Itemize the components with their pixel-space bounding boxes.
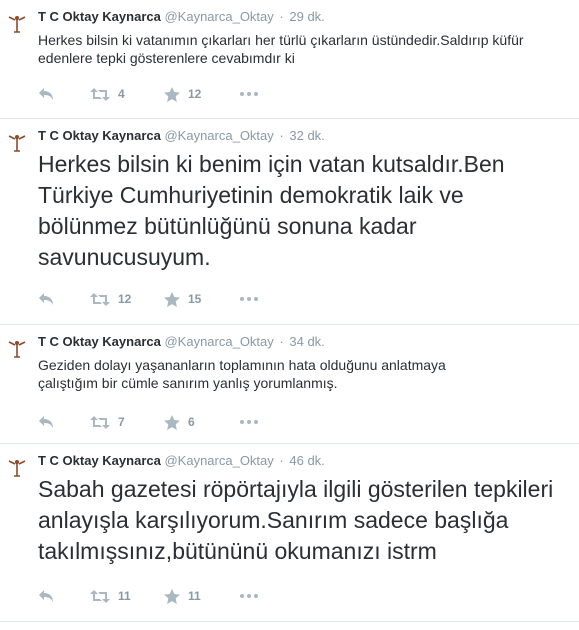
favorite-count: 6: [188, 415, 195, 429]
favorite-count: 12: [188, 87, 202, 101]
author-handle[interactable]: @Kaynarca_Oktay: [164, 334, 273, 349]
favorite-button[interactable]: 12: [164, 86, 202, 102]
retweet-button[interactable]: 12: [90, 292, 131, 306]
avatar-icon[interactable]: [6, 131, 28, 153]
favorite-button[interactable]: 6: [164, 414, 195, 430]
retweet-count: 11: [118, 589, 131, 603]
tweet-header: T C Oktay Kaynarca @Kaynarca_Oktay · 32 …: [38, 128, 325, 143]
more-options-icon: [240, 594, 258, 598]
retweet-button[interactable]: 4: [90, 87, 125, 101]
author-name[interactable]: T C Oktay Kaynarca: [38, 128, 161, 143]
retweet-count: 7: [118, 415, 125, 429]
tweet-text: Sabah gazetesi röpörtajıyla ilgili göste…: [38, 476, 554, 564]
separator-dot: ·: [279, 334, 284, 349]
favorite-star-icon: [164, 291, 180, 307]
more-options-button[interactable]: [240, 420, 258, 424]
tweet-text: Geziden dolayı yaşananların toplamının h…: [38, 357, 446, 391]
avatar-icon[interactable]: [6, 337, 28, 359]
tweet-header: T C Oktay Kaynarca @Kaynarca_Oktay · 29 …: [38, 9, 325, 24]
retweet-icon: [90, 87, 110, 101]
timestamp[interactable]: 29 dk.: [289, 9, 324, 24]
more-options-icon: [240, 92, 258, 96]
favorite-count: 11: [188, 589, 201, 603]
tweet-2[interactable]: T C Oktay Kaynarca @Kaynarca_Oktay · 32 …: [0, 119, 579, 325]
retweet-button[interactable]: 11: [90, 589, 131, 603]
favorite-star-icon: [164, 588, 180, 604]
retweet-count: 12: [118, 292, 132, 306]
more-options-button[interactable]: [240, 594, 258, 598]
favorite-count: 15: [188, 292, 202, 306]
tweet-header: T C Oktay Kaynarca @Kaynarca_Oktay · 34 …: [38, 334, 325, 349]
more-options-icon: [240, 297, 258, 301]
tweet-actions: 11 11: [38, 588, 258, 604]
retweet-icon: [90, 415, 110, 429]
author-handle[interactable]: @Kaynarca_Oktay: [164, 9, 273, 24]
reply-icon: [39, 590, 53, 602]
timestamp[interactable]: 32 dk.: [289, 128, 324, 143]
tweet-actions: 4 12: [38, 86, 258, 102]
reply-icon: [39, 293, 53, 305]
reply-button[interactable]: [38, 87, 68, 101]
avatar-icon[interactable]: [6, 456, 28, 478]
separator-dot: ·: [279, 128, 284, 143]
tweet-text: Herkes bilsin ki benim için vatan kutsal…: [38, 151, 505, 270]
tweet-actions: 12 15: [38, 291, 258, 307]
timestamp[interactable]: 34 dk.: [289, 334, 324, 349]
tweet-3[interactable]: T C Oktay Kaynarca @Kaynarca_Oktay · 34 …: [0, 325, 579, 444]
more-options-icon: [240, 420, 258, 424]
reply-icon: [39, 88, 53, 100]
tweet-1[interactable]: T C Oktay Kaynarca @Kaynarca_Oktay · 29 …: [0, 0, 579, 119]
author-handle[interactable]: @Kaynarca_Oktay: [164, 128, 273, 143]
author-handle[interactable]: @Kaynarca_Oktay: [164, 453, 273, 468]
more-options-button[interactable]: [240, 92, 258, 96]
favorite-star-icon: [164, 86, 180, 102]
tweet-text: Herkes bilsin ki vatanımın çıkarları her…: [38, 32, 524, 66]
separator-dot: ·: [279, 453, 284, 468]
author-name[interactable]: T C Oktay Kaynarca: [38, 9, 161, 24]
separator-dot: ·: [279, 9, 284, 24]
reply-button[interactable]: [38, 292, 68, 306]
favorite-button[interactable]: 15: [164, 291, 202, 307]
retweet-count: 4: [118, 87, 125, 101]
tweet-header: T C Oktay Kaynarca @Kaynarca_Oktay · 46 …: [38, 453, 325, 468]
author-name[interactable]: T C Oktay Kaynarca: [38, 453, 161, 468]
author-name[interactable]: T C Oktay Kaynarca: [38, 334, 161, 349]
retweet-icon: [90, 589, 110, 603]
retweet-button[interactable]: 7: [90, 415, 125, 429]
favorite-star-icon: [164, 414, 180, 430]
reply-button[interactable]: [38, 589, 68, 603]
more-options-button[interactable]: [240, 297, 258, 301]
timestamp[interactable]: 46 dk.: [289, 453, 324, 468]
favorite-button[interactable]: 11: [164, 588, 201, 604]
avatar-icon[interactable]: [6, 12, 28, 34]
retweet-icon: [90, 292, 110, 306]
tweet-actions: 7 6: [38, 414, 258, 430]
tweet-4[interactable]: T C Oktay Kaynarca @Kaynarca_Oktay · 46 …: [0, 444, 579, 622]
reply-icon: [39, 416, 53, 428]
reply-button[interactable]: [38, 415, 68, 429]
